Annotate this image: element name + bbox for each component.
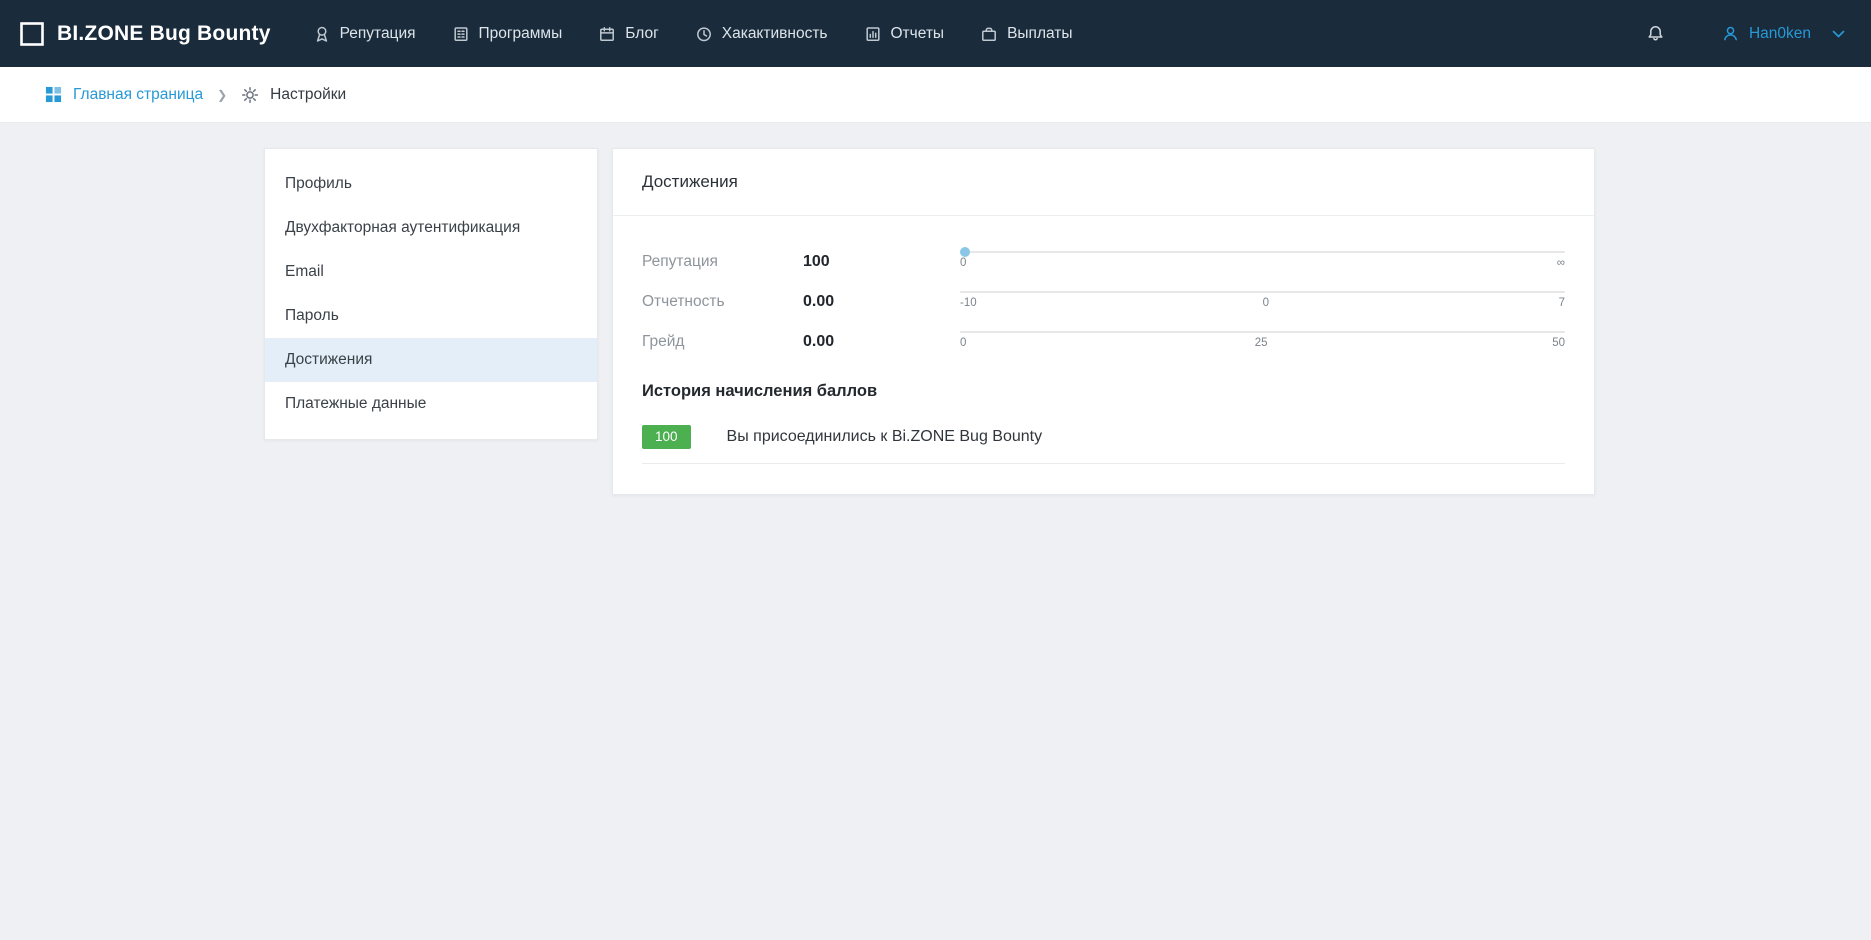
top-navbar: BI.ZONE Bug Bounty Репутация Программы Б… xyxy=(0,0,1871,67)
settings-menu: Профиль Двухфакторная аутентификация Ema… xyxy=(264,148,598,440)
nav-item-label: Отчеты xyxy=(891,25,945,43)
metric-label: Грейд xyxy=(642,333,803,351)
payouts-icon xyxy=(980,25,998,43)
breadcrumb: Главная страница ❯ Настройки xyxy=(0,67,1871,123)
scale-mid: 0 xyxy=(1261,297,1271,309)
menu-item-profile[interactable]: Профиль xyxy=(265,162,597,206)
slider-track xyxy=(960,291,1565,293)
metric-row-reputation: Репутация 100 0 ∞ xyxy=(642,242,1565,282)
scale-max: 50 xyxy=(1552,337,1565,349)
reports-icon xyxy=(864,25,882,43)
nav-item-reports[interactable]: Отчеты xyxy=(864,25,945,43)
reputation-icon xyxy=(313,25,331,43)
reputation-slider: 0 ∞ xyxy=(960,251,1565,269)
nav-item-label: Выплаты xyxy=(1007,25,1072,43)
metric-label: Репутация xyxy=(642,253,803,271)
bizone-logo-icon xyxy=(19,21,45,47)
breadcrumb-current: Настройки xyxy=(241,86,346,104)
main-nav: Репутация Программы Блог Хакактивность О… xyxy=(313,25,1073,43)
user-name: Han0ken xyxy=(1749,25,1811,43)
achievements-panel: Достижения Репутация 100 0 ∞ xyxy=(612,148,1595,495)
brand-title: BI.ZONE Bug Bounty xyxy=(57,22,271,46)
history-text: Вы присоединились к Bi.ZONE Bug Bounty xyxy=(727,428,1043,446)
user-icon xyxy=(1721,24,1740,43)
slider-scale: -10 0 7 xyxy=(960,297,1565,309)
slider-track xyxy=(960,331,1565,333)
scale-mid: 25 xyxy=(1255,337,1268,349)
brand-logo[interactable]: BI.ZONE Bug Bounty xyxy=(19,21,271,47)
nav-item-programs[interactable]: Программы xyxy=(452,25,563,43)
metric-value: 100 xyxy=(803,253,960,271)
grade-slider: 0 25 50 xyxy=(960,331,1565,349)
nav-item-label: Репутация xyxy=(340,25,416,43)
menu-item-2fa[interactable]: Двухфакторная аутентификация xyxy=(265,206,597,250)
slider-dot xyxy=(960,247,970,257)
history-row: 100 Вы присоединились к Bi.ZONE Bug Boun… xyxy=(642,425,1565,464)
scale-mid xyxy=(1258,257,1268,269)
chevron-down-icon xyxy=(1832,30,1845,38)
menu-item-payment-data[interactable]: Платежные данные xyxy=(265,382,597,426)
gear-icon xyxy=(241,86,259,104)
breadcrumb-home-label: Главная страница xyxy=(73,86,203,104)
reporting-slider: -10 0 7 xyxy=(960,291,1565,309)
scale-max: 7 xyxy=(1555,297,1565,309)
menu-item-achievements[interactable]: Достижения xyxy=(265,338,597,382)
breadcrumb-separator-icon: ❯ xyxy=(217,88,227,102)
nav-item-reputation[interactable]: Репутация xyxy=(313,25,416,43)
scale-min: 0 xyxy=(960,257,970,269)
points-badge: 100 xyxy=(642,425,691,449)
scale-min: -10 xyxy=(960,297,977,309)
programs-icon xyxy=(452,25,470,43)
home-grid-icon xyxy=(45,86,62,103)
history-title: История начисления баллов xyxy=(642,382,1565,401)
activity-icon xyxy=(695,25,713,43)
metric-row-reporting: Отчетность 0.00 -10 0 7 xyxy=(642,282,1565,322)
panel-body: Репутация 100 0 ∞ Отчетность 0.00 xyxy=(613,216,1594,494)
metric-value: 0.00 xyxy=(803,293,960,311)
breadcrumb-current-label: Настройки xyxy=(270,86,346,104)
metric-value: 0.00 xyxy=(803,333,960,351)
nav-item-activity[interactable]: Хакактивность xyxy=(695,25,828,43)
metric-row-grade: Грейд 0.00 0 25 50 xyxy=(642,322,1565,362)
nav-item-label: Программы xyxy=(479,25,563,43)
panel-title: Достижения xyxy=(613,149,1594,216)
slider-scale: 0 25 50 xyxy=(960,337,1565,349)
content-area: Профиль Двухфакторная аутентификация Ema… xyxy=(0,123,1871,495)
slider-scale: 0 ∞ xyxy=(960,257,1565,269)
metric-label: Отчетность xyxy=(642,293,803,311)
breadcrumb-home-link[interactable]: Главная страница xyxy=(45,86,203,104)
blog-icon xyxy=(598,25,616,43)
scale-max: ∞ xyxy=(1555,257,1565,269)
navbar-right: Han0ken xyxy=(1646,24,1845,43)
slider-track xyxy=(960,251,1565,253)
nav-item-blog[interactable]: Блог xyxy=(598,25,659,43)
bell-icon[interactable] xyxy=(1646,24,1665,43)
menu-item-email[interactable]: Email xyxy=(265,250,597,294)
user-menu[interactable]: Han0ken xyxy=(1721,24,1845,43)
menu-item-password[interactable]: Пароль xyxy=(265,294,597,338)
nav-item-label: Хакактивность xyxy=(722,25,828,43)
nav-item-payouts[interactable]: Выплаты xyxy=(980,25,1072,43)
nav-item-label: Блог xyxy=(625,25,659,43)
scale-min: 0 xyxy=(960,337,970,349)
